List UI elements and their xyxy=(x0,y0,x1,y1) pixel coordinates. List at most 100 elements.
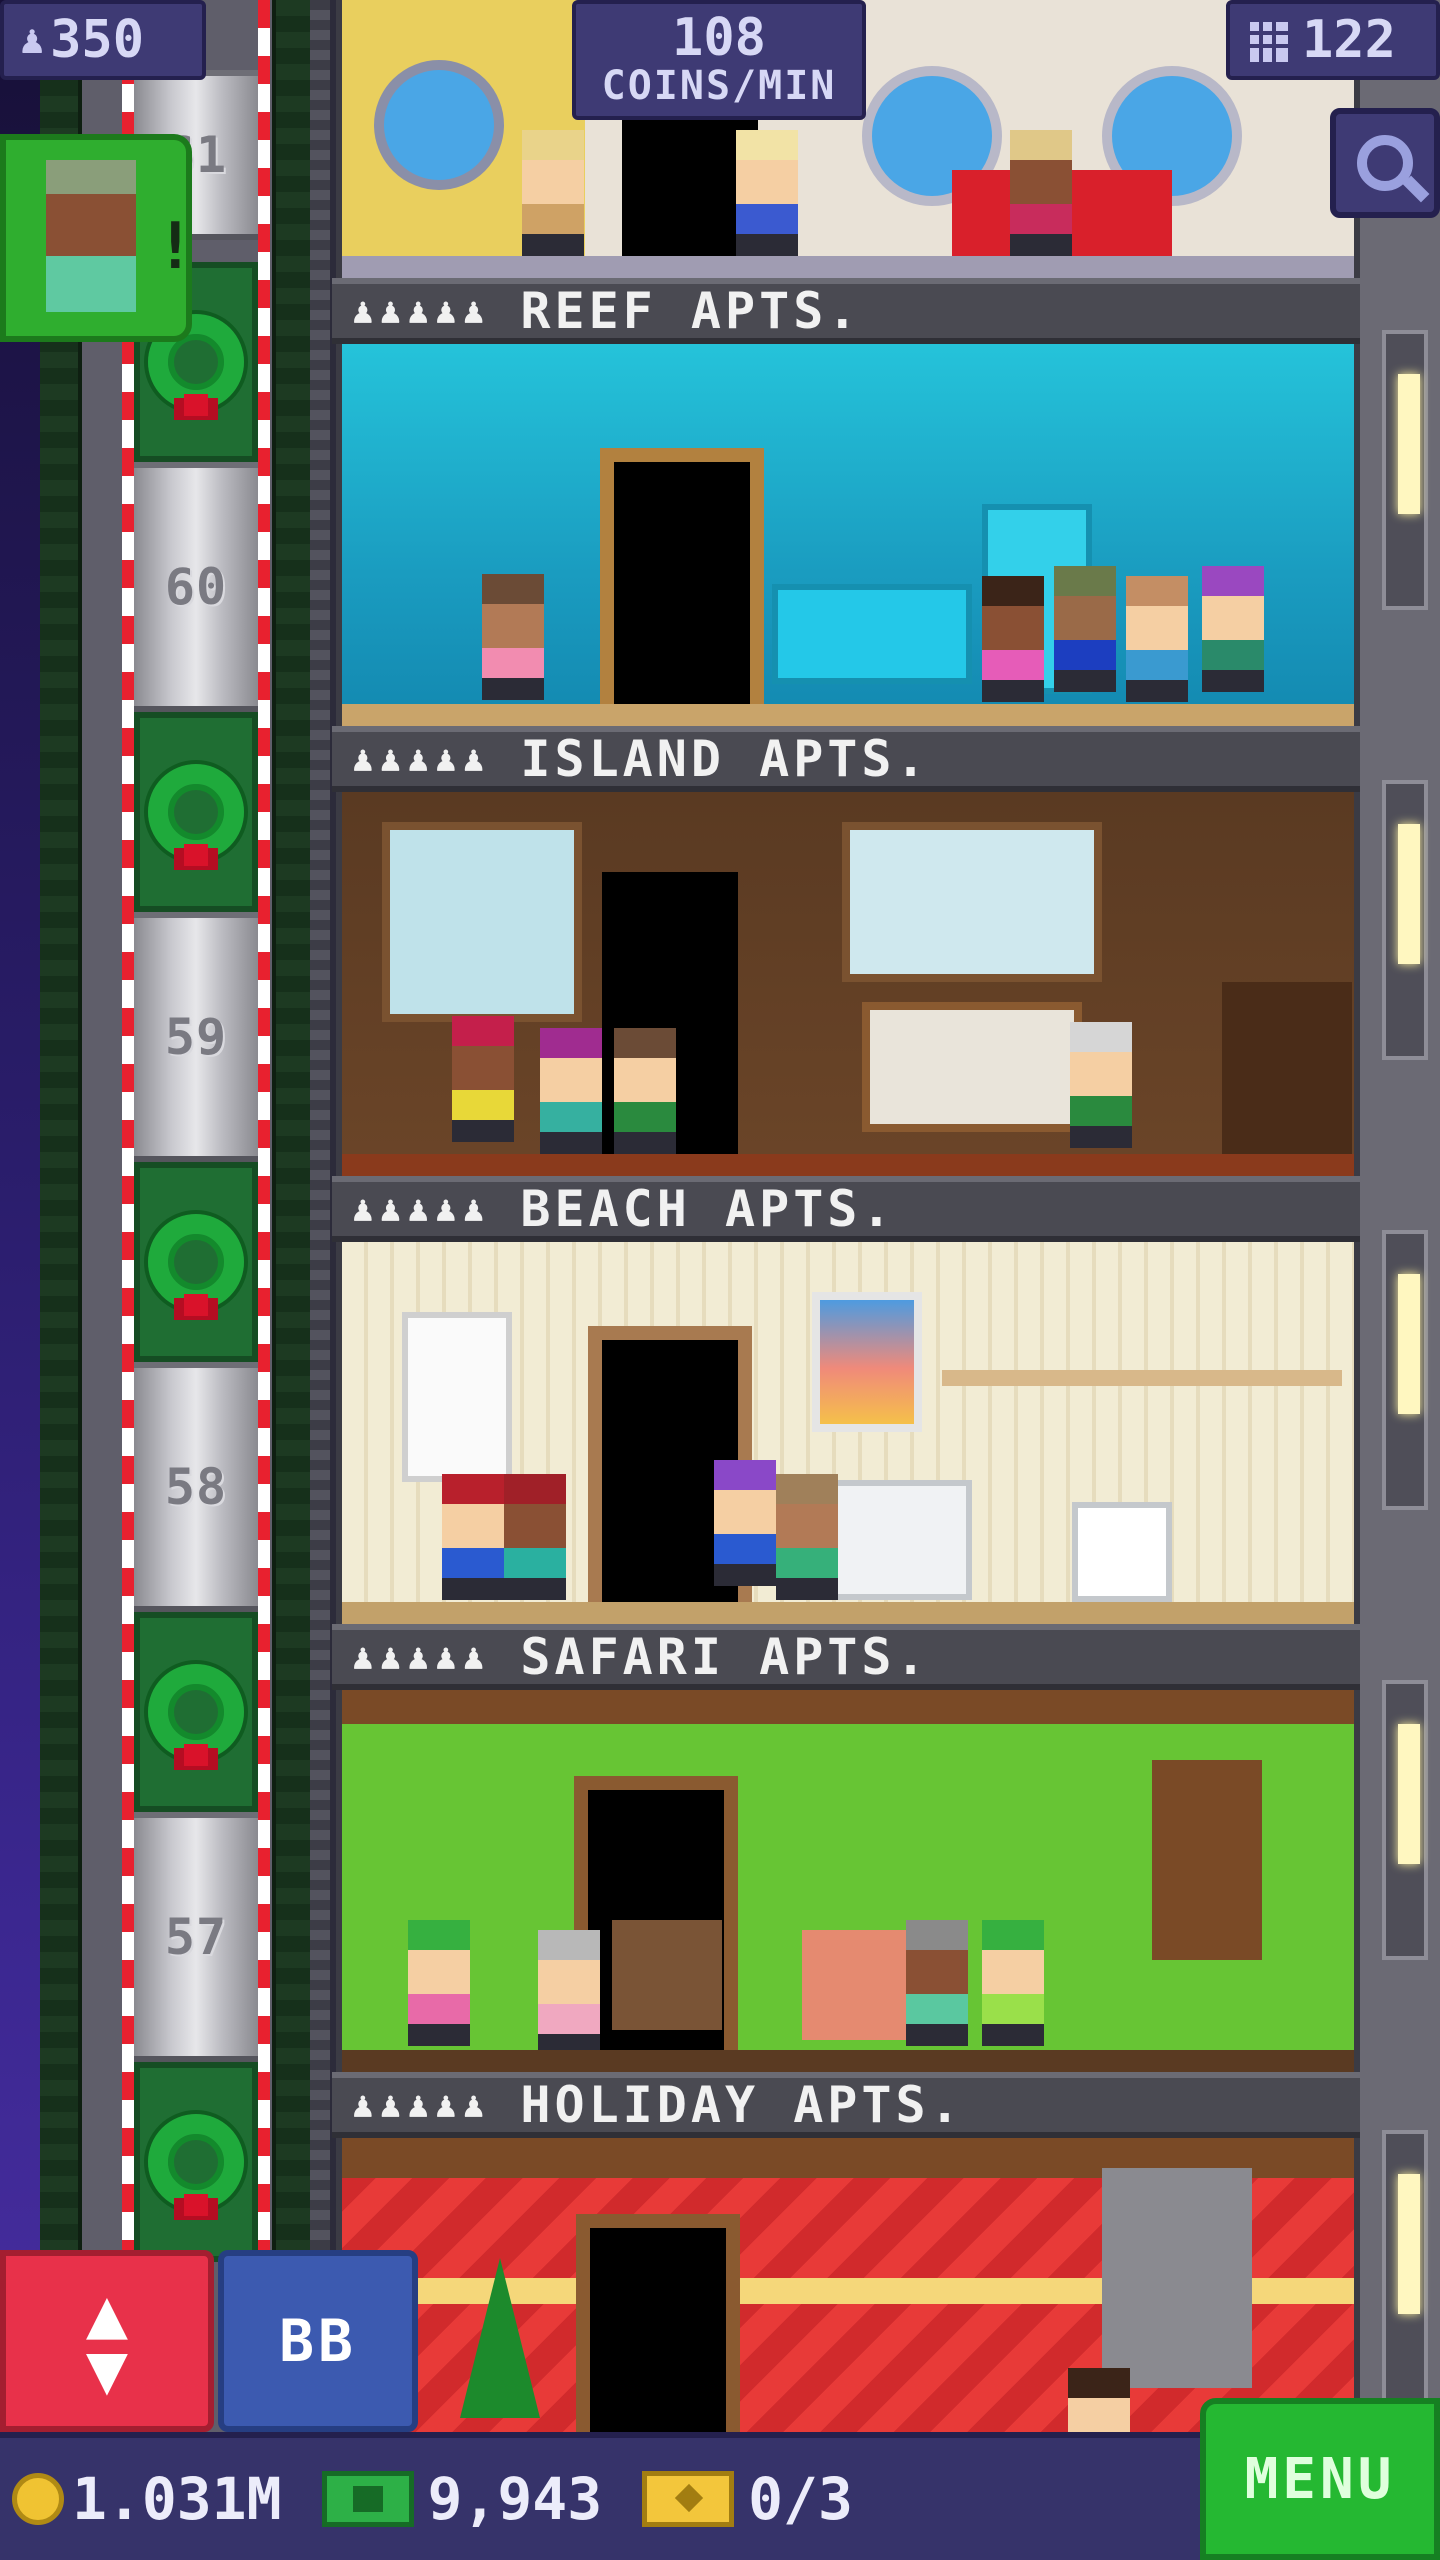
floor-name: BEACH APTS. xyxy=(520,1180,896,1238)
floor-name: HOLIDAY APTS. xyxy=(520,2076,964,2134)
ticket-icon xyxy=(642,2471,735,2527)
resident[interactable] xyxy=(1202,566,1264,692)
shaft-rail-left xyxy=(40,0,82,2560)
resident[interactable] xyxy=(1126,576,1188,702)
resident[interactable] xyxy=(538,1930,600,2056)
floor-number: 57 xyxy=(164,1908,228,1966)
resident[interactable] xyxy=(1054,566,1116,692)
population-counter[interactable]: ♟ 350 xyxy=(0,0,206,80)
coins-value: 1.031M xyxy=(72,2465,282,2533)
resident[interactable] xyxy=(522,130,584,256)
room-safari-apts[interactable] xyxy=(336,1690,1360,2072)
coin-icon xyxy=(12,2473,64,2525)
porthole-window xyxy=(374,60,504,190)
resident[interactable] xyxy=(906,1920,968,2046)
rail-window xyxy=(1382,1680,1428,1960)
window xyxy=(382,822,582,1022)
donkey xyxy=(612,1920,722,2030)
room-reef-apts[interactable] xyxy=(336,344,1360,726)
wreath-icon xyxy=(148,1214,244,1316)
floor-count-value: 122 xyxy=(1302,10,1396,70)
shaft-floor-60: 60 xyxy=(134,462,258,712)
tickets-value: 0/3 xyxy=(748,2465,853,2533)
room-door xyxy=(600,448,764,706)
coins-per-minute: 108 COINS/MIN xyxy=(572,0,866,120)
bed xyxy=(862,1002,1082,1132)
resident[interactable] xyxy=(540,1028,602,1154)
resident[interactable] xyxy=(982,576,1044,702)
wall-shelf xyxy=(942,1370,1342,1386)
resident-count-icon: ♟♟♟♟♟ xyxy=(352,2084,491,2126)
shaft-floor-59: 59 xyxy=(134,912,258,1162)
resident[interactable] xyxy=(1068,2368,1130,2432)
resident[interactable] xyxy=(452,1016,514,1142)
room-floor xyxy=(342,256,1354,278)
room-holiday-apts[interactable] xyxy=(336,2138,1360,2432)
floor-number: 60 xyxy=(164,558,228,616)
elevator-button[interactable]: ▲ ▼ xyxy=(0,2250,214,2432)
room-floor xyxy=(342,1154,1354,1176)
coins-per-minute-value: 108 xyxy=(672,8,766,68)
fireplace xyxy=(1102,2168,1252,2388)
wreath-decoration xyxy=(134,2062,258,2262)
population-icon: ♟ xyxy=(20,17,45,63)
visitor-button[interactable]: ! xyxy=(0,134,195,342)
menu-button[interactable]: MENU xyxy=(1200,2398,1440,2560)
resident[interactable] xyxy=(776,1474,838,1600)
resident[interactable] xyxy=(982,1920,1044,2046)
population-value: 350 xyxy=(50,10,145,70)
resident[interactable] xyxy=(736,130,798,256)
floor-label-reef[interactable]: ♟♟♟♟♟ REEF APTS. xyxy=(332,278,1360,344)
visitor-avatar xyxy=(46,160,136,330)
floor-number: 59 xyxy=(164,1008,228,1066)
shaft-floor-57: 57 xyxy=(134,1812,258,2062)
rail-window xyxy=(1382,780,1428,1060)
room-floor xyxy=(342,704,1354,726)
window xyxy=(842,822,1102,982)
room-island-apts[interactable] xyxy=(336,792,1360,1176)
bux-icon xyxy=(321,2471,414,2527)
room-door xyxy=(576,2214,740,2432)
resident-count-icon: ♟♟♟♟♟ xyxy=(352,1188,491,1230)
candy-cane-stripe-right xyxy=(258,0,270,2560)
resident[interactable] xyxy=(714,1460,776,1586)
resident[interactable] xyxy=(482,574,544,700)
resident[interactable] xyxy=(504,1474,566,1600)
coins-per-minute-label: COINS/MIN xyxy=(601,63,837,109)
resident-count-icon: ♟♟♟♟♟ xyxy=(352,738,491,780)
wreath-decoration xyxy=(134,1162,258,1362)
bitbook-button[interactable]: BB xyxy=(218,2250,418,2432)
wreath-decoration xyxy=(134,1612,258,1812)
rail-window xyxy=(1382,330,1428,610)
resident[interactable] xyxy=(408,1920,470,2046)
search-icon xyxy=(1357,135,1413,191)
rail-window xyxy=(1382,2130,1428,2410)
search-button[interactable] xyxy=(1330,108,1440,218)
rail-window xyxy=(1382,1230,1428,1510)
visitor-alert: ! xyxy=(156,210,195,284)
floors-icon xyxy=(1246,18,1288,62)
wreath-icon xyxy=(148,764,244,866)
sunset-painting xyxy=(812,1292,922,1432)
shutter-window xyxy=(402,1312,512,1482)
room-beach-apts[interactable] xyxy=(336,1242,1360,1624)
resident[interactable] xyxy=(1070,1022,1132,1148)
floor-label-safari[interactable]: ♟♟♟♟♟ SAFARI APTS. xyxy=(332,1624,1360,1690)
ceiling-beam xyxy=(342,1690,1354,1724)
resident-count-icon: ♟♟♟♟♟ xyxy=(352,290,491,332)
floor-label-holiday[interactable]: ♟♟♟♟♟ HOLIDAY APTS. xyxy=(332,2072,1360,2138)
floor-counter[interactable]: 122 xyxy=(1226,0,1440,80)
christmas-tree-icon xyxy=(460,2258,540,2418)
wardrobe xyxy=(1222,982,1352,1162)
window-shutters xyxy=(1152,1760,1262,1960)
resident[interactable] xyxy=(1010,130,1072,256)
resident[interactable] xyxy=(442,1474,504,1600)
up-down-arrows-icon: ▲ ▼ xyxy=(85,2272,129,2410)
floor-label-island[interactable]: ♟♟♟♟♟ ISLAND APTS. xyxy=(332,726,1360,792)
floor-name: ISLAND APTS. xyxy=(520,730,930,788)
right-rail xyxy=(1360,0,1440,2560)
floor-label-beach[interactable]: ♟♟♟♟♟ BEACH APTS. xyxy=(332,1176,1360,1242)
menu-label: MENU xyxy=(1244,2446,1396,2512)
candy-cane-stripe-left xyxy=(122,0,134,2560)
resident[interactable] xyxy=(614,1028,676,1154)
